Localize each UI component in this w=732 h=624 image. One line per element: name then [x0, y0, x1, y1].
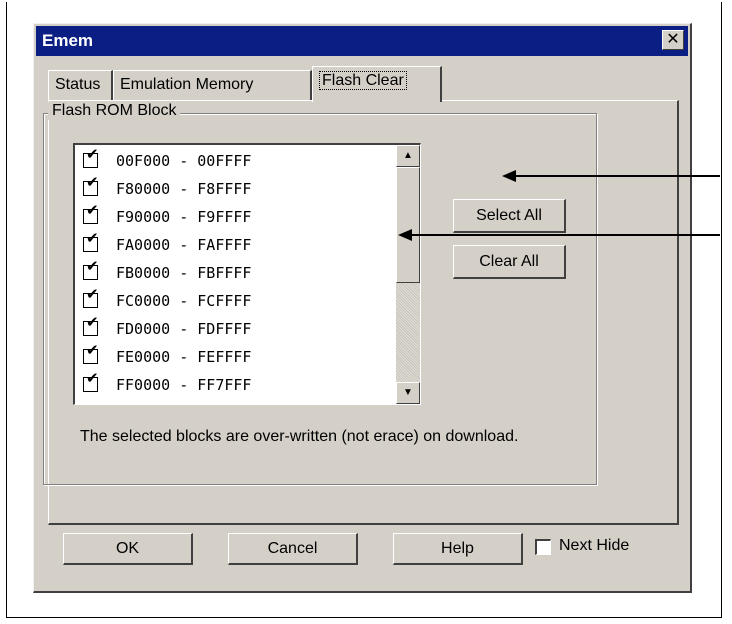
tab-flash-clear-label: Flash Clear: [319, 71, 407, 90]
block-range: 00F000 - 00FFFF: [116, 152, 252, 170]
check-icon: ✔: [86, 229, 99, 247]
annotation-arrow-line: [514, 175, 720, 177]
tab-flash-clear[interactable]: Flash Clear: [312, 66, 442, 102]
block-checkbox[interactable]: ✔: [83, 259, 99, 280]
scroll-up-icon[interactable]: ▲: [396, 145, 420, 167]
block-range: FB0000 - FBFFFF: [116, 264, 252, 282]
block-checkbox[interactable]: ✔: [83, 175, 99, 196]
block-checkbox[interactable]: ✔: [83, 315, 99, 336]
check-icon: ✔: [86, 341, 99, 359]
list-item[interactable]: ✔ FE0000 - FEFFFF: [83, 343, 252, 370]
block-checkbox[interactable]: ✔: [83, 231, 99, 252]
check-icon: ✔: [86, 369, 99, 387]
list-item[interactable]: ✔ F90000 - F9FFFF: [83, 203, 252, 230]
select-all-button[interactable]: Select All: [453, 199, 566, 233]
block-range: FF0000 - FF7FFF: [116, 376, 252, 394]
block-range: FD0000 - FDFFFF: [116, 320, 252, 338]
tab-emulation-memory[interactable]: Emulation Memory: [113, 70, 312, 100]
block-checkbox[interactable]: ✔: [83, 371, 99, 392]
block-range: F90000 - F9FFFF: [116, 208, 252, 226]
list-item[interactable]: ✔ FB0000 - FBFFFF: [83, 259, 252, 286]
close-button[interactable]: ✕: [662, 30, 684, 50]
list-item[interactable]: ✔ FD0000 - FDFFFF: [83, 315, 252, 342]
block-range: FE0000 - FEFFFF: [116, 348, 252, 366]
scroll-thumb[interactable]: [396, 167, 420, 283]
title-bar: Emem ✕: [36, 26, 688, 56]
annotation-arrow-line: [410, 234, 720, 236]
block-range: F80000 - F8FFFF: [116, 180, 252, 198]
block-checkbox[interactable]: ✔: [83, 343, 99, 364]
list-item[interactable]: ✔ FA0000 - FAFFFF: [83, 231, 252, 258]
info-note: The selected blocks are over-written (no…: [80, 428, 519, 445]
check-icon: ✔: [86, 201, 99, 219]
arrow-left-icon: [502, 170, 516, 182]
clear-all-button[interactable]: Clear All: [453, 245, 566, 279]
block-range: FA0000 - FAFFFF: [116, 236, 252, 254]
check-icon: ✔: [86, 257, 99, 275]
check-icon: ✔: [86, 145, 99, 163]
block-listbox[interactable]: ✔ 00F000 - 00FFFF ✔ F80000 - F8FFFF ✔ F9000…: [73, 143, 421, 405]
scroll-down-icon[interactable]: ▼: [396, 382, 420, 404]
group-label: Flash ROM Block: [48, 102, 181, 120]
next-hide-checkbox[interactable]: [535, 539, 551, 555]
block-checkbox[interactable]: ✔: [83, 287, 99, 308]
block-range: FC0000 - FCFFFF: [116, 292, 252, 310]
arrow-left-icon: [398, 229, 412, 241]
check-icon: ✔: [86, 173, 99, 191]
list-scrollbar[interactable]: ▲ ▼: [396, 145, 420, 404]
cancel-button[interactable]: Cancel: [228, 533, 358, 565]
list-item[interactable]: ✔ 00F000 - 00FFFF: [83, 147, 252, 174]
tab-status[interactable]: Status: [48, 70, 113, 100]
next-hide-label: Next Hide: [559, 537, 630, 554]
check-icon: ✔: [86, 285, 99, 303]
ok-button[interactable]: OK: [63, 533, 193, 565]
block-checkbox[interactable]: ✔: [83, 203, 99, 224]
check-icon: ✔: [86, 313, 99, 331]
block-checkbox[interactable]: ✔: [83, 147, 99, 168]
list-item[interactable]: ✔ FC0000 - FCFFFF: [83, 287, 252, 314]
list-item[interactable]: ✔ F80000 - F8FFFF: [83, 175, 252, 202]
help-button[interactable]: Help: [393, 533, 523, 565]
window-title: Emem: [42, 31, 94, 50]
list-item[interactable]: ✔ FF0000 - FF7FFF: [83, 371, 252, 398]
